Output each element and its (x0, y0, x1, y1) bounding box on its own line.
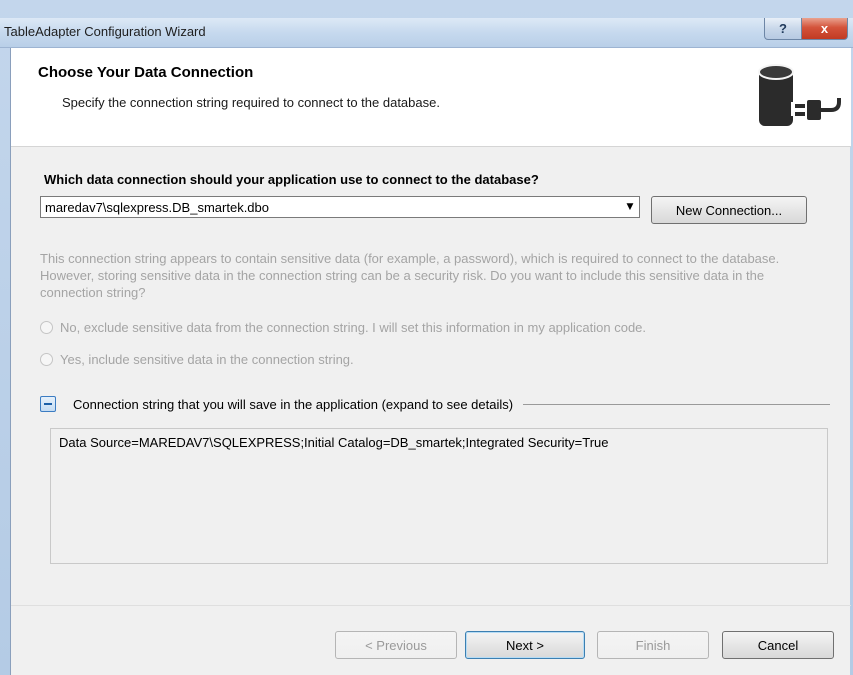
dialog-body: Choose Your Data Connection Specify the … (10, 48, 851, 675)
dropdown-arrow-icon[interactable]: ▼ (621, 197, 639, 217)
next-button[interactable]: Next > (465, 631, 585, 659)
footer-divider (11, 605, 851, 606)
connection-string-text: Data Source=MAREDAV7\SQLEXPRESS;Initial … (59, 435, 609, 450)
wizard-window: TableAdapter Configuration Wizard ? x Ch… (0, 0, 853, 675)
connection-string-expander[interactable]: Connection string that you will save in … (40, 394, 830, 414)
help-button[interactable]: ? (764, 18, 802, 40)
wizard-header: Choose Your Data Connection Specify the … (11, 48, 851, 147)
title-bar: TableAdapter Configuration Wizard ? x (0, 18, 853, 48)
previous-button[interactable]: < Previous (335, 631, 457, 659)
radio-button[interactable] (40, 320, 53, 334)
connection-question: Which data connection should your applic… (44, 172, 539, 187)
radio-include-label: Yes, include sensitive data in the conne… (60, 351, 354, 367)
radio-include-sensitive[interactable]: Yes, include sensitive data in the conne… (40, 350, 354, 368)
expander-divider (523, 403, 830, 405)
connection-dropdown[interactable]: maredav7\sqlexpress.DB_smartek.dbo ▼ (40, 196, 640, 218)
expander-label: Connection string that you will save in … (73, 396, 514, 412)
radio-exclude-sensitive[interactable]: No, exclude sensitive data from the conn… (40, 318, 646, 336)
database-plug-icon (758, 64, 841, 126)
finish-button[interactable]: Finish (597, 631, 709, 659)
connection-string-box[interactable]: Data Source=MAREDAV7\SQLEXPRESS;Initial … (50, 428, 828, 564)
help-icon: ? (779, 21, 787, 36)
page-title: Choose Your Data Connection (38, 64, 254, 81)
radio-button[interactable] (40, 352, 53, 366)
close-icon: x (820, 21, 829, 36)
cancel-button[interactable]: Cancel (722, 631, 834, 659)
connection-dropdown-value: maredav7\sqlexpress.DB_smartek.dbo (45, 200, 269, 215)
collapse-icon[interactable] (40, 396, 56, 412)
new-connection-button[interactable]: New Connection... (651, 196, 807, 224)
sensitive-data-warning: This connection string appears to contai… (40, 251, 780, 300)
page-subtitle: Specify the connection string required t… (62, 95, 440, 110)
radio-exclude-label: No, exclude sensitive data from the conn… (60, 319, 647, 335)
close-button[interactable]: x (801, 18, 848, 40)
window-title: TableAdapter Configuration Wizard (4, 24, 206, 39)
